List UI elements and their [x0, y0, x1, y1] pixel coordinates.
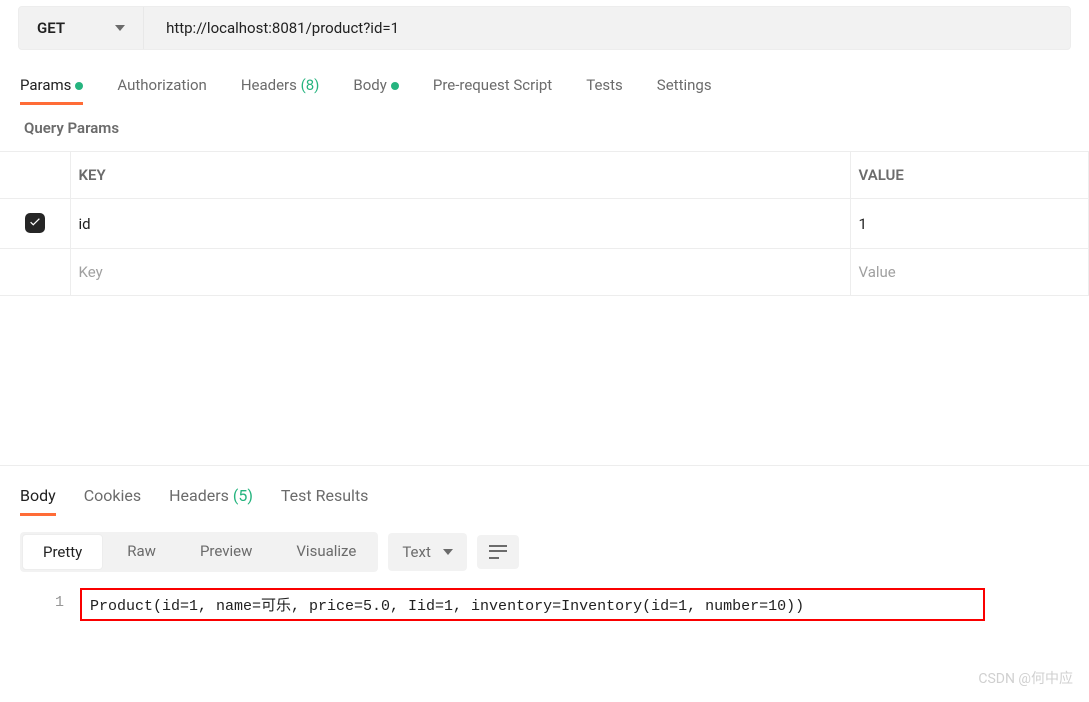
resp-tab-cookies[interactable]: Cookies [84, 486, 141, 516]
view-tab-preview[interactable]: Preview [178, 532, 274, 572]
resp-tab-body[interactable]: Body [20, 486, 56, 516]
view-tab-pretty[interactable]: Pretty [22, 534, 103, 570]
response-tabs: Body Cookies Headers (5) Test Results [0, 466, 1089, 516]
param-value-placeholder[interactable]: Value [850, 249, 1089, 296]
tab-tests[interactable]: Tests [586, 76, 623, 105]
response-toolbar: Pretty Raw Preview Visualize Text [0, 516, 1089, 588]
url-input[interactable]: http://localhost:8081/product?id=1 [143, 7, 1070, 49]
dot-icon [75, 82, 83, 90]
row-checkbox[interactable] [25, 213, 45, 233]
param-key-cell[interactable]: id [70, 199, 850, 249]
chevron-down-icon [443, 549, 453, 555]
resp-tab-testresults[interactable]: Test Results [281, 486, 369, 516]
response-body: 1 Product(id=1, name=可乐, price=5.0, Iid=… [0, 588, 1089, 621]
tab-settings[interactable]: Settings [657, 76, 712, 105]
dot-icon [391, 82, 399, 90]
spacer [0, 296, 1089, 466]
wrap-icon [489, 545, 507, 559]
line-number: 1 [20, 588, 80, 621]
http-method-label: GET [37, 19, 65, 37]
resp-tab-headers[interactable]: Headers (5) [169, 486, 253, 516]
param-key-placeholder[interactable]: Key [70, 249, 850, 296]
tab-prerequest[interactable]: Pre-request Script [433, 76, 552, 105]
format-select[interactable]: Text [388, 533, 467, 571]
column-value: VALUE [850, 152, 1089, 199]
column-key: KEY [70, 152, 850, 199]
view-mode-tabs: Pretty Raw Preview Visualize [20, 532, 378, 572]
url-text: http://localhost:8081/product?id=1 [166, 19, 399, 37]
tab-headers[interactable]: Headers (8) [241, 76, 320, 105]
query-params-title: Query Params [0, 105, 1089, 151]
params-table: KEY VALUE id 1 Key Value [0, 151, 1089, 296]
param-value-cell[interactable]: 1 [850, 199, 1089, 249]
watermark: CSDN @何中应 [978, 668, 1073, 688]
request-tabs: Params Authorization Headers (8) Body Pr… [0, 50, 1089, 105]
format-label: Text [402, 543, 431, 561]
tab-params[interactable]: Params [20, 76, 83, 105]
check-icon [28, 216, 42, 230]
view-tab-visualize[interactable]: Visualize [274, 532, 378, 572]
response-content[interactable]: Product(id=1, name=可乐, price=5.0, Iid=1,… [80, 588, 985, 621]
wrap-button[interactable] [477, 535, 519, 569]
tab-body[interactable]: Body [353, 76, 398, 105]
table-row-empty: Key Value [0, 249, 1089, 296]
table-row: id 1 [0, 199, 1089, 249]
table-header-row: KEY VALUE [0, 152, 1089, 199]
view-tab-raw[interactable]: Raw [105, 532, 178, 572]
tab-authorization[interactable]: Authorization [117, 76, 206, 105]
chevron-down-icon [115, 25, 125, 31]
http-method-select[interactable]: GET [19, 7, 143, 49]
